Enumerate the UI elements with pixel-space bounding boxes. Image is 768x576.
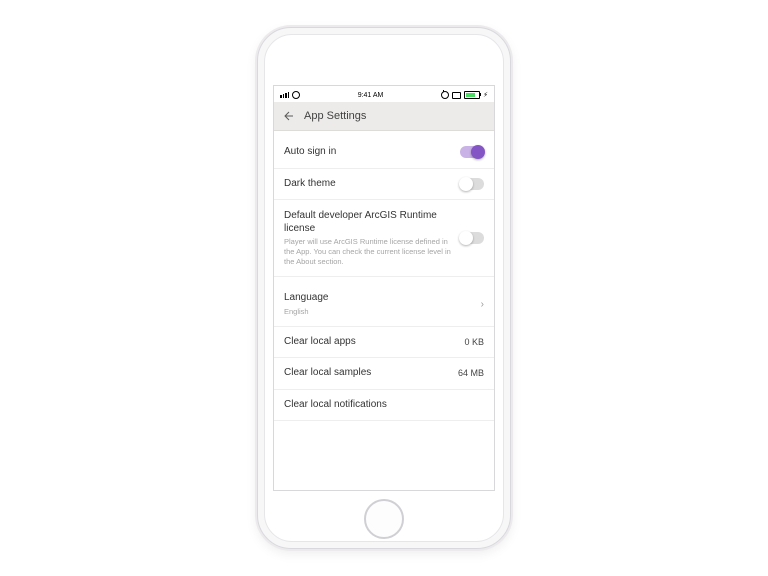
row-runtime-license[interactable]: Default developer ArcGIS Runtime license…	[274, 200, 494, 277]
clear-samples-value: 64 MB	[458, 368, 484, 378]
orientation-lock-icon	[452, 92, 461, 99]
dark-theme-toggle[interactable]	[460, 178, 484, 190]
runtime-license-sub: Player will use ArcGIS Runtime license d…	[284, 237, 452, 266]
row-language[interactable]: Language English ›	[274, 283, 494, 326]
settings-list: Auto sign in Dark theme Default develope…	[274, 131, 494, 490]
screen: 9:41 AM ⚡︎ App Settings	[273, 85, 495, 491]
signal-icon	[280, 92, 289, 98]
row-clear-local-notifications[interactable]: Clear local notifications	[274, 390, 494, 422]
runtime-license-toggle[interactable]	[460, 232, 484, 244]
page-title: App Settings	[304, 110, 366, 122]
chevron-right-icon: ›	[481, 299, 484, 310]
alarm-icon	[441, 91, 449, 99]
dark-theme-label: Dark theme	[284, 178, 452, 191]
language-label: Language	[284, 292, 473, 305]
arrow-left-icon	[282, 110, 294, 122]
nav-bar: App Settings	[274, 102, 494, 131]
language-value: English	[284, 307, 473, 317]
auto-sign-in-toggle[interactable]	[460, 146, 484, 158]
clear-apps-value: 0 KB	[464, 337, 484, 347]
row-clear-local-samples[interactable]: Clear local samples 64 MB	[274, 358, 494, 390]
home-button[interactable]	[364, 499, 404, 539]
charging-icon: ⚡︎	[483, 92, 488, 99]
back-button[interactable]	[282, 110, 294, 122]
row-auto-sign-in[interactable]: Auto sign in	[274, 137, 494, 169]
status-bar: 9:41 AM ⚡︎	[274, 86, 494, 102]
row-dark-theme[interactable]: Dark theme	[274, 169, 494, 201]
refresh-icon	[292, 91, 300, 99]
clear-samples-label: Clear local samples	[284, 367, 450, 380]
auto-sign-in-label: Auto sign in	[284, 146, 452, 159]
battery-icon	[464, 91, 480, 99]
row-clear-local-apps[interactable]: Clear local apps 0 KB	[274, 327, 494, 359]
clear-notifications-label: Clear local notifications	[284, 399, 484, 412]
clear-apps-label: Clear local apps	[284, 336, 456, 349]
phone-frame: 9:41 AM ⚡︎ App Settings	[257, 27, 511, 549]
status-time: 9:41 AM	[358, 92, 384, 99]
runtime-license-label: Default developer ArcGIS Runtime license	[284, 210, 452, 235]
